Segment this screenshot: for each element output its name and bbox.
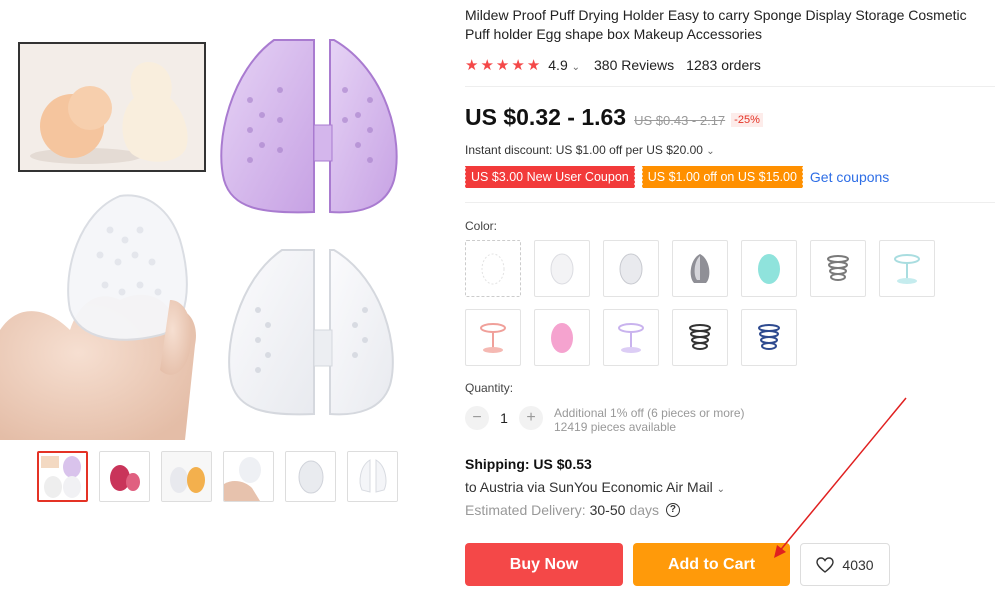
- color-swatches: [465, 240, 935, 366]
- star-icon: ★: [511, 56, 525, 74]
- product-title: Mildew Proof Puff Drying Holder Easy to …: [465, 7, 967, 42]
- color-swatch[interactable]: [534, 240, 590, 297]
- color-label: Color:: [465, 219, 498, 233]
- delivery-unit: days: [629, 502, 659, 518]
- discount-badge: -25%: [731, 113, 763, 127]
- quantity-value[interactable]: 1: [489, 406, 519, 430]
- star-icon: ★: [495, 56, 510, 74]
- star-icon: ★: [465, 56, 479, 74]
- color-swatch[interactable]: [672, 309, 728, 366]
- estimated-delivery: Estimated Delivery: 30-50 days ?: [465, 502, 680, 518]
- color-swatch[interactable]: [603, 309, 659, 366]
- rating-stars: ★ ★ ★ ★ ★: [465, 58, 540, 73]
- divider: [465, 86, 995, 87]
- delivery-label: Estimated Delivery:: [465, 502, 586, 518]
- quantity-label: Quantity:: [465, 381, 514, 395]
- color-swatch[interactable]: [810, 240, 866, 297]
- add-to-cart-button[interactable]: Add to Cart: [633, 543, 790, 586]
- shipping-destination[interactable]: to Austria via SunYou Economic Air Mail …: [465, 479, 725, 495]
- color-swatch[interactable]: [465, 240, 521, 297]
- new-user-coupon[interactable]: US $3.00 New User Coupon: [464, 166, 635, 188]
- instant-discount-text: Instant discount: US $1.00 off per US $2…: [465, 143, 703, 157]
- quantity-notes: Additional 1% off (6 pieces or more) 124…: [554, 406, 745, 434]
- original-price: US $0.43 - 2.17: [634, 113, 726, 128]
- chevron-down-icon: ⌄: [571, 62, 581, 73]
- thumbnail-4[interactable]: [223, 451, 274, 502]
- buy-now-button[interactable]: Buy Now: [465, 543, 623, 586]
- wishlist-count: 4030: [842, 556, 874, 573]
- inset-image-sponges: [18, 42, 206, 172]
- help-circle-icon[interactable]: ?: [665, 503, 680, 517]
- product-info: Mildew Proof Puff Drying Holder Easy to …: [465, 6, 995, 75]
- star-icon: ★: [480, 56, 494, 74]
- thumbnail-1[interactable]: [37, 451, 88, 502]
- thumbnail-5[interactable]: [285, 451, 336, 502]
- bulk-discount-note: Additional 1% off (6 pieces or more): [554, 406, 745, 420]
- chevron-down-icon: ⌄: [706, 146, 715, 157]
- price: US $0.32 - 1.63: [465, 104, 627, 130]
- shipping-destination-text: to Austria via SunYou Economic Air Mail: [465, 479, 713, 495]
- quantity-stepper: − 1 + Additional 1% off (6 pieces or mor…: [465, 406, 745, 434]
- coupons-row: US $3.00 New User Coupon US $1.00 off on…: [464, 166, 889, 188]
- rating-row: ★ ★ ★ ★ ★ 4.9 ⌄ 380 Reviews 1283 orders: [465, 55, 995, 75]
- reviews-link[interactable]: 380 Reviews: [594, 57, 674, 73]
- get-coupons-link[interactable]: Get coupons: [810, 169, 889, 185]
- heart-icon: [816, 556, 835, 573]
- shipping-title: Shipping: US $0.53: [465, 456, 592, 472]
- color-swatch[interactable]: [879, 240, 935, 297]
- rating-value[interactable]: 4.9 ⌄: [548, 57, 580, 73]
- wishlist-button[interactable]: 4030: [800, 543, 890, 586]
- instant-discount[interactable]: Instant discount: US $1.00 off per US $2…: [465, 143, 715, 157]
- color-swatch[interactable]: [741, 309, 797, 366]
- thumbnail-2[interactable]: [99, 451, 150, 502]
- thumbnail-strip: [37, 451, 398, 502]
- stock-available: 12419 pieces available: [554, 420, 677, 434]
- thumbnail-3[interactable]: [161, 451, 212, 502]
- delivery-days: 30-50: [589, 502, 626, 518]
- chevron-down-icon: ⌄: [716, 484, 726, 495]
- quantity-decrease-button[interactable]: −: [465, 406, 489, 430]
- thumbnail-6[interactable]: [347, 451, 398, 502]
- store-coupon[interactable]: US $1.00 off on US $15.00: [640, 166, 803, 188]
- price-row: US $0.32 - 1.63 US $0.43 - 2.17 -25%: [465, 104, 763, 131]
- star-icon: ★: [526, 56, 541, 74]
- rating-number: 4.9: [548, 57, 568, 73]
- orders-count: 1283 orders: [686, 57, 761, 73]
- color-swatch[interactable]: [603, 240, 659, 297]
- color-swatch[interactable]: [741, 240, 797, 297]
- color-swatch[interactable]: [534, 309, 590, 366]
- product-page: Mildew Proof Puff Drying Holder Easy to …: [0, 0, 1000, 594]
- color-swatch[interactable]: [672, 240, 728, 297]
- divider: [465, 202, 995, 203]
- color-swatch[interactable]: [465, 309, 521, 366]
- quantity-increase-button[interactable]: +: [519, 406, 543, 430]
- product-gallery: [0, 0, 440, 502]
